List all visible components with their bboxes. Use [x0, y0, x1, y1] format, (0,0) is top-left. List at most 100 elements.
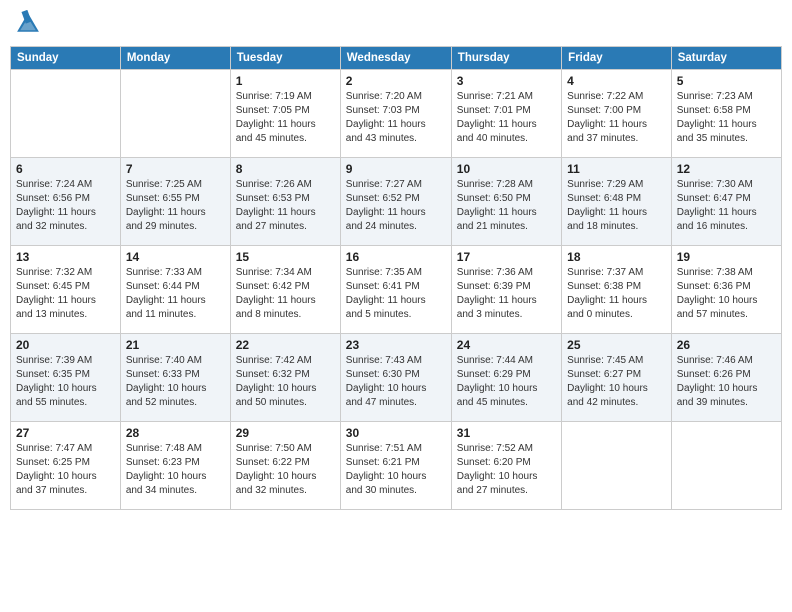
calendar-week-5: 27 Sunrise: 7:47 AM Sunset: 6:25 PM Dayli… — [11, 422, 782, 510]
day-info: Sunrise: 7:40 AM Sunset: 6:33 PM Dayligh… — [126, 354, 225, 410]
day-number: 21 — [126, 338, 225, 352]
calendar-cell: 6 Sunrise: 7:24 AM Sunset: 6:56 PM Daylig… — [11, 158, 121, 246]
day-info: Sunrise: 7:46 AM Sunset: 6:26 PM Dayligh… — [677, 354, 776, 410]
day-number: 26 — [677, 338, 776, 352]
calendar-cell — [562, 422, 672, 510]
day-info: Sunrise: 7:28 AM Sunset: 6:50 PM Dayligh… — [457, 178, 556, 234]
day-info: Sunrise: 7:39 AM Sunset: 6:35 PM Dayligh… — [16, 354, 115, 410]
day-info: Sunrise: 7:42 AM Sunset: 6:32 PM Dayligh… — [236, 354, 335, 410]
calendar-cell: 9 Sunrise: 7:27 AM Sunset: 6:52 PM Daylig… — [340, 158, 451, 246]
day-number: 20 — [16, 338, 115, 352]
calendar-cell: 3 Sunrise: 7:21 AM Sunset: 7:01 PM Daylig… — [451, 70, 561, 158]
day-number: 10 — [457, 162, 556, 176]
day-info: Sunrise: 7:44 AM Sunset: 6:29 PM Dayligh… — [457, 354, 556, 410]
page: SundayMondayTuesdayWednesdayThursdayFrid… — [0, 0, 792, 612]
day-info: Sunrise: 7:26 AM Sunset: 6:53 PM Dayligh… — [236, 178, 335, 234]
day-number: 24 — [457, 338, 556, 352]
day-number: 12 — [677, 162, 776, 176]
calendar-week-4: 20 Sunrise: 7:39 AM Sunset: 6:35 PM Dayli… — [11, 334, 782, 422]
calendar-cell: 25 Sunrise: 7:45 AM Sunset: 6:27 PM Dayli… — [562, 334, 672, 422]
header — [10, 10, 782, 38]
day-number: 16 — [346, 250, 446, 264]
day-info: Sunrise: 7:48 AM Sunset: 6:23 PM Dayligh… — [126, 442, 225, 498]
day-number: 13 — [16, 250, 115, 264]
calendar-cell: 30Sunrise: 7:51 AM Sunset: 6:21 PM Dayli… — [340, 422, 451, 510]
logo — [14, 10, 44, 38]
calendar-cell: 19 Sunrise: 7:38 AM Sunset: 6:36 PM Dayli… — [671, 246, 781, 334]
calendar-week-3: 13 Sunrise: 7:32 AM Sunset: 6:45 PM Dayli… — [11, 246, 782, 334]
calendar-cell: 16Sunrise: 7:35 AM Sunset: 6:41 PM Dayli… — [340, 246, 451, 334]
day-info: Sunrise: 7:29 AM Sunset: 6:48 PM Dayligh… — [567, 178, 666, 234]
day-info: Sunrise: 7:37 AM Sunset: 6:38 PM Dayligh… — [567, 266, 666, 322]
day-number: 11 — [567, 162, 666, 176]
col-header-thursday: Thursday — [451, 47, 561, 70]
day-number: 3 — [457, 74, 556, 88]
col-header-tuesday: Tuesday — [230, 47, 340, 70]
calendar-header-row: SundayMondayTuesdayWednesdayThursdayFrid… — [11, 47, 782, 70]
day-info: Sunrise: 7:21 AM Sunset: 7:01 PM Dayligh… — [457, 90, 556, 146]
calendar-cell: 24 Sunrise: 7:44 AM Sunset: 6:29 PM Dayli… — [451, 334, 561, 422]
calendar-cell: 10 Sunrise: 7:28 AM Sunset: 6:50 PM Dayli… — [451, 158, 561, 246]
day-number: 9 — [346, 162, 446, 176]
calendar-week-2: 6 Sunrise: 7:24 AM Sunset: 6:56 PM Daylig… — [11, 158, 782, 246]
day-number: 31 — [457, 426, 556, 440]
day-number: 17 — [457, 250, 556, 264]
day-number: 22 — [236, 338, 335, 352]
day-info: Sunrise: 7:36 AM Sunset: 6:39 PM Dayligh… — [457, 266, 556, 322]
day-number: 8 — [236, 162, 335, 176]
day-info: Sunrise: 7:32 AM Sunset: 6:45 PM Dayligh… — [16, 266, 115, 322]
col-header-saturday: Saturday — [671, 47, 781, 70]
day-info: Sunrise: 7:38 AM Sunset: 6:36 PM Dayligh… — [677, 266, 776, 322]
calendar-week-1: 1Sunrise: 7:19 AM Sunset: 7:05 PM Daylig… — [11, 70, 782, 158]
calendar-cell — [120, 70, 230, 158]
calendar-cell: 8 Sunrise: 7:26 AM Sunset: 6:53 PM Daylig… — [230, 158, 340, 246]
calendar-table: SundayMondayTuesdayWednesdayThursdayFrid… — [10, 46, 782, 510]
day-info: Sunrise: 7:25 AM Sunset: 6:55 PM Dayligh… — [126, 178, 225, 234]
day-number: 6 — [16, 162, 115, 176]
calendar-cell: 29Sunrise: 7:50 AM Sunset: 6:22 PM Dayli… — [230, 422, 340, 510]
calendar-cell: 20 Sunrise: 7:39 AM Sunset: 6:35 PM Dayli… — [11, 334, 121, 422]
calendar-cell — [11, 70, 121, 158]
day-number: 23 — [346, 338, 446, 352]
day-info: Sunrise: 7:52 AM Sunset: 6:20 PM Dayligh… — [457, 442, 556, 498]
day-number: 18 — [567, 250, 666, 264]
day-number: 15 — [236, 250, 335, 264]
calendar-cell: 11 Sunrise: 7:29 AM Sunset: 6:48 PM Dayli… — [562, 158, 672, 246]
col-header-sunday: Sunday — [11, 47, 121, 70]
calendar-cell: 17 Sunrise: 7:36 AM Sunset: 6:39 PM Dayli… — [451, 246, 561, 334]
day-info: Sunrise: 7:45 AM Sunset: 6:27 PM Dayligh… — [567, 354, 666, 410]
calendar-cell: 21 Sunrise: 7:40 AM Sunset: 6:33 PM Dayli… — [120, 334, 230, 422]
day-info: Sunrise: 7:33 AM Sunset: 6:44 PM Dayligh… — [126, 266, 225, 322]
calendar-cell: 15 Sunrise: 7:34 AM Sunset: 6:42 PM Dayli… — [230, 246, 340, 334]
calendar-cell: 18 Sunrise: 7:37 AM Sunset: 6:38 PM Dayli… — [562, 246, 672, 334]
calendar-cell: 12Sunrise: 7:30 AM Sunset: 6:47 PM Dayli… — [671, 158, 781, 246]
day-number: 28 — [126, 426, 225, 440]
day-info: Sunrise: 7:27 AM Sunset: 6:52 PM Dayligh… — [346, 178, 446, 234]
day-number: 19 — [677, 250, 776, 264]
day-info: Sunrise: 7:50 AM Sunset: 6:22 PM Dayligh… — [236, 442, 335, 498]
day-number: 2 — [346, 74, 446, 88]
day-info: Sunrise: 7:20 AM Sunset: 7:03 PM Dayligh… — [346, 90, 446, 146]
logo-icon — [14, 10, 42, 38]
day-number: 7 — [126, 162, 225, 176]
calendar-cell: 28 Sunrise: 7:48 AM Sunset: 6:23 PM Dayli… — [120, 422, 230, 510]
day-number: 27 — [16, 426, 115, 440]
day-number: 25 — [567, 338, 666, 352]
calendar-cell: 5 Sunrise: 7:23 AM Sunset: 6:58 PM Daylig… — [671, 70, 781, 158]
day-info: Sunrise: 7:34 AM Sunset: 6:42 PM Dayligh… — [236, 266, 335, 322]
day-info: Sunrise: 7:43 AM Sunset: 6:30 PM Dayligh… — [346, 354, 446, 410]
day-number: 5 — [677, 74, 776, 88]
col-header-friday: Friday — [562, 47, 672, 70]
day-info: Sunrise: 7:24 AM Sunset: 6:56 PM Dayligh… — [16, 178, 115, 234]
col-header-wednesday: Wednesday — [340, 47, 451, 70]
day-number: 30 — [346, 426, 446, 440]
day-number: 1 — [236, 74, 335, 88]
day-info: Sunrise: 7:23 AM Sunset: 6:58 PM Dayligh… — [677, 90, 776, 146]
day-number: 14 — [126, 250, 225, 264]
calendar-cell: 14 Sunrise: 7:33 AM Sunset: 6:44 PM Dayli… — [120, 246, 230, 334]
day-info: Sunrise: 7:22 AM Sunset: 7:00 PM Dayligh… — [567, 90, 666, 146]
calendar-cell: 7 Sunrise: 7:25 AM Sunset: 6:55 PM Daylig… — [120, 158, 230, 246]
calendar-cell: 31 Sunrise: 7:52 AM Sunset: 6:20 PM Dayli… — [451, 422, 561, 510]
calendar-cell: 22 Sunrise: 7:42 AM Sunset: 6:32 PM Dayli… — [230, 334, 340, 422]
day-info: Sunrise: 7:47 AM Sunset: 6:25 PM Dayligh… — [16, 442, 115, 498]
